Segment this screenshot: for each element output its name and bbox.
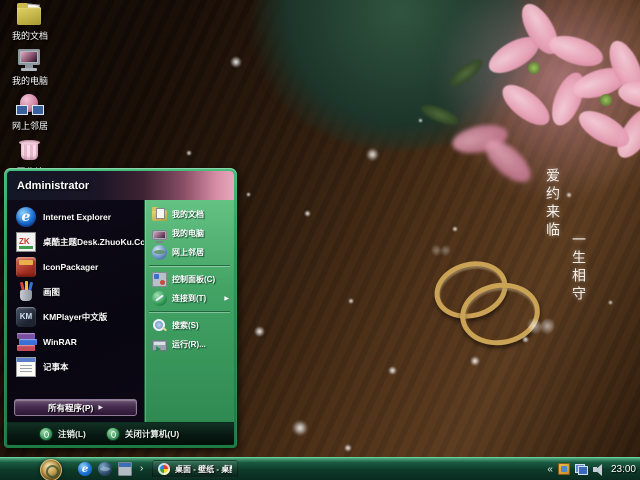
turn-off-computer-button[interactable]: 关闭计算机(U)	[105, 427, 179, 441]
tray-input-method-icon[interactable]	[557, 463, 570, 475]
sparkle	[254, 326, 265, 337]
quicklaunch-internet-explorer-icon[interactable]: e	[78, 462, 92, 476]
tray-volume-icon[interactable]	[592, 463, 604, 476]
menu-item-search[interactable]: 搜索(S)	[145, 316, 234, 335]
recycle-bin-icon	[15, 138, 45, 164]
taskbar: e › 桌面 - 壁纸 - 桌酷... « 23:00	[0, 457, 640, 480]
sparkle	[608, 300, 613, 305]
tray-collapse-icon[interactable]: «	[547, 464, 553, 475]
menu-item-network-places[interactable]: 网上邻居	[145, 243, 234, 262]
butterfly	[528, 318, 554, 336]
connect-to-icon	[152, 291, 167, 306]
run-icon	[152, 340, 167, 352]
iconpackager-icon	[16, 256, 36, 277]
my-computer-icon	[15, 47, 45, 73]
sparkle	[566, 192, 572, 198]
tray-clock[interactable]: 23:00	[611, 464, 636, 475]
start-menu-header: Administrator	[7, 171, 234, 200]
quicklaunch-expand-icon[interactable]: ›	[140, 461, 143, 477]
menu-item-connect-to[interactable]: 连接到(T) ▶	[145, 289, 234, 308]
search-icon	[152, 318, 167, 333]
menu-item-my-computer[interactable]: 我的电脑	[145, 224, 234, 243]
desktop-icon-label: 我的文档	[11, 31, 48, 41]
desktop-icon-label: 我的电脑	[11, 76, 48, 86]
kmplayer-icon: KM	[16, 306, 36, 327]
sparkle	[230, 56, 242, 68]
my-documents-icon	[15, 2, 45, 28]
menu-separator	[149, 265, 230, 267]
sparkle	[366, 148, 379, 161]
taskbar-task-button[interactable]: 桌面 - 壁纸 - 桌酷...	[152, 460, 238, 478]
sparkle	[522, 336, 529, 343]
program-winrar[interactable]: WinRAR	[7, 329, 144, 354]
desktop-icon-my-computer[interactable]: 我的电脑	[2, 47, 58, 86]
sparkle	[470, 356, 480, 366]
program-notepad[interactable]: 记事本	[7, 354, 144, 379]
menu-item-my-documents[interactable]: 我的文档	[145, 205, 234, 224]
network-places-icon	[152, 245, 167, 260]
desktop-icon-my-documents[interactable]: 我的文档	[2, 2, 58, 41]
turn-off-icon	[105, 427, 120, 441]
sparkle	[348, 298, 354, 304]
start-menu-footer: 注销(L) 关闭计算机(U)	[7, 422, 234, 445]
sparkle	[452, 226, 458, 232]
flower-center	[600, 94, 612, 106]
menu-item-control-panel[interactable]: 控制面板(C)	[145, 270, 234, 289]
quicklaunch-browser-globe-icon[interactable]	[98, 462, 112, 476]
my-documents-icon	[152, 207, 167, 221]
all-programs-arrow-icon: ▶	[98, 405, 103, 411]
zhuoku-theme-icon	[16, 231, 36, 252]
submenu-arrow-icon: ▶	[224, 296, 229, 302]
system-tray: « 23:00	[547, 458, 636, 480]
winrar-icon	[16, 332, 37, 352]
all-programs-button[interactable]: 所有程序(P) ▶	[14, 399, 137, 416]
paint-icon	[16, 280, 36, 302]
butterfly	[432, 245, 450, 258]
start-menu-places-panel: 我的文档 我的电脑 网上邻居 控制面板(C) 连接到(T) ▶ 搜索(S) 运行…	[144, 200, 234, 422]
username: Administrator	[17, 179, 90, 192]
menu-separator	[149, 311, 230, 313]
sparkle	[246, 192, 251, 197]
sparkle	[344, 444, 352, 452]
start-button[interactable]	[40, 459, 62, 480]
quicklaunch-show-desktop-icon[interactable]	[118, 462, 132, 476]
program-kmplayer[interactable]: KM KMPlayer中文版	[7, 304, 144, 329]
my-computer-icon	[152, 229, 167, 243]
desktop-icon-label: 网上邻居	[11, 121, 48, 131]
start-menu-programs-panel: e Internet Explorer 桌酷主题Desk.ZhuoKu.Com …	[7, 200, 153, 422]
notepad-icon	[16, 356, 36, 377]
sparkle	[304, 210, 311, 217]
desktop-screen: 爱约来临 一生相守 我的文档 我的电脑 网上邻居 回收站	[0, 0, 640, 480]
wallpaper-calligraphy: 一生相守	[570, 232, 586, 304]
menu-item-run[interactable]: 运行(R)...	[145, 335, 234, 354]
program-zhuoku-theme[interactable]: 桌酷主题Desk.ZhuoKu.Com	[7, 229, 153, 254]
start-menu: Administrator e Internet Explorer 桌酷主题De…	[4, 168, 237, 448]
wallpaper-calligraphy: 爱约来临	[544, 168, 560, 240]
program-paint[interactable]: 画图	[7, 279, 144, 304]
internet-explorer-icon: e	[16, 206, 36, 227]
sparkle	[292, 420, 308, 436]
sparkle	[418, 118, 423, 123]
network-places-icon	[15, 92, 45, 118]
tray-network-icon[interactable]	[574, 463, 588, 475]
flower-center	[528, 62, 540, 74]
log-off-button[interactable]: 注销(L)	[39, 427, 86, 441]
control-panel-icon	[152, 272, 167, 287]
program-iconpackager[interactable]: IconPackager	[7, 254, 144, 279]
sparkle	[388, 366, 397, 375]
log-off-icon	[39, 427, 53, 441]
sparkle	[186, 150, 192, 156]
program-internet-explorer[interactable]: e Internet Explorer	[7, 204, 144, 229]
task-window-icon	[158, 463, 170, 475]
desktop-icon-network-places[interactable]: 网上邻居	[2, 92, 58, 131]
